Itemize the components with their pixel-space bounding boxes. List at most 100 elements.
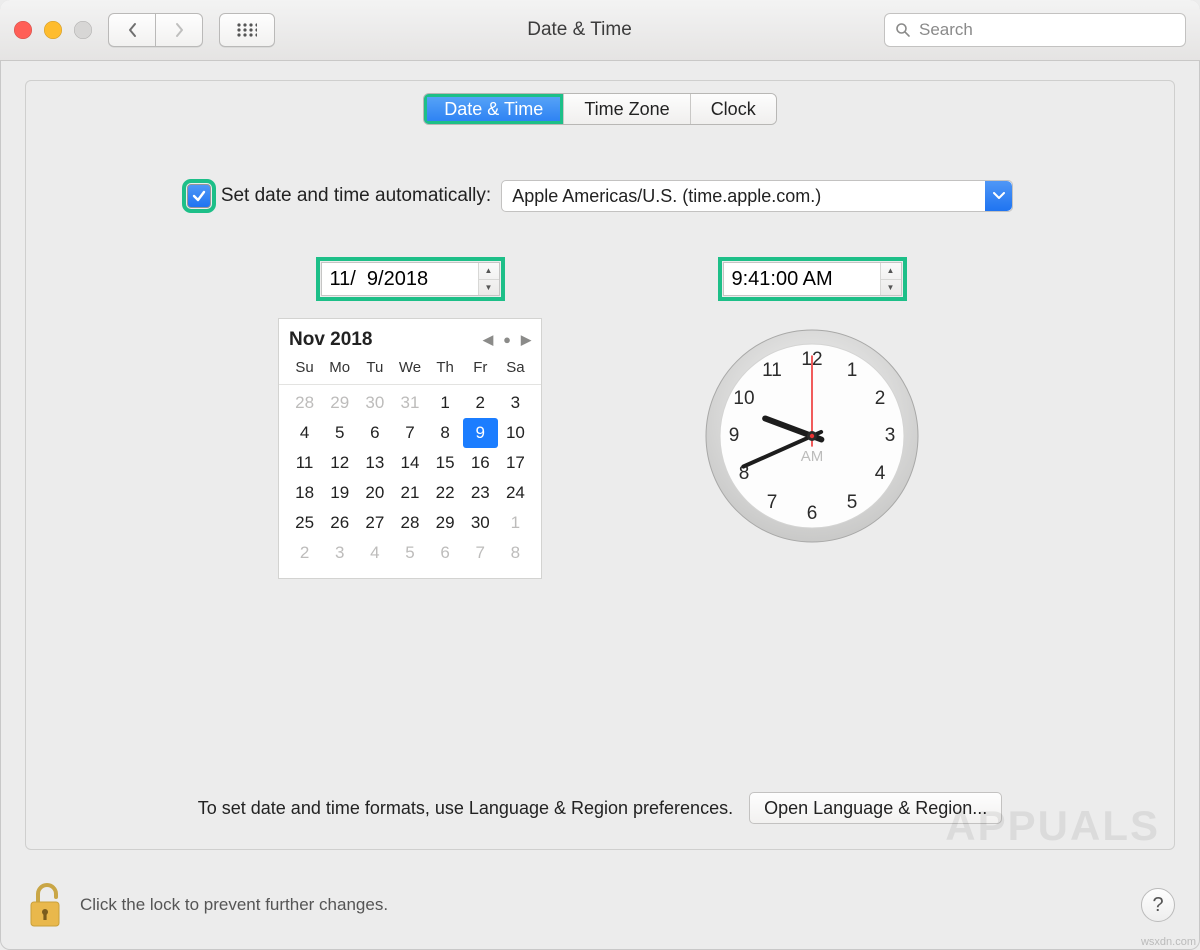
calendar-day[interactable]: 3 (498, 388, 533, 418)
date-column: ▲ ▼ Nov 2018 ◀ ● ▶ SuMoTuWeThFrSa2829303… (278, 262, 542, 579)
calendar-dow: Th (428, 355, 463, 382)
calendar-day[interactable]: 16 (463, 448, 498, 478)
window-title: Date & Time (285, 19, 874, 41)
calendar-day[interactable]: 28 (287, 388, 322, 418)
checkmark-icon (192, 189, 206, 203)
calendar-day[interactable]: 12 (322, 448, 357, 478)
calendar-day[interactable]: 6 (357, 418, 392, 448)
chevron-down-icon (993, 192, 1005, 200)
analog-clock: 12 1 2 3 4 5 6 7 8 9 10 11 (702, 326, 922, 546)
cal-prev-icon[interactable]: ◀ (483, 332, 493, 348)
tab-time-zone[interactable]: Time Zone (563, 94, 689, 124)
footer: Click the lock to prevent further change… (25, 880, 1175, 930)
auto-set-label: Set date and time automatically: (221, 185, 491, 207)
calendar-day[interactable]: 5 (392, 538, 427, 568)
chevron-right-icon (174, 22, 185, 38)
time-server-combo[interactable]: Apple Americas/U.S. (time.apple.com.) (501, 180, 1013, 212)
calendar-day[interactable]: 10 (498, 418, 533, 448)
cal-next-icon[interactable]: ▶ (521, 332, 531, 348)
step-up-icon: ▲ (881, 263, 901, 280)
combo-arrow (985, 181, 1012, 211)
lock-button[interactable] (25, 880, 65, 930)
time-column: ▲ ▼ (702, 262, 922, 579)
time-field[interactable]: ▲ ▼ (723, 262, 902, 296)
calendar-day[interactable]: 28 (392, 508, 427, 538)
calendar-day[interactable]: 7 (392, 418, 427, 448)
calendar-day[interactable]: 18 (287, 478, 322, 508)
calendar-day[interactable]: 24 (498, 478, 533, 508)
calendar-day[interactable]: 13 (357, 448, 392, 478)
calendar-day[interactable]: 5 (322, 418, 357, 448)
calendar-day[interactable]: 27 (357, 508, 392, 538)
calendar-day[interactable]: 26 (322, 508, 357, 538)
svg-text:2: 2 (875, 388, 886, 409)
time-input[interactable] (724, 263, 880, 295)
calendar-day[interactable]: 4 (287, 418, 322, 448)
unlock-icon (25, 880, 65, 930)
calendar-day[interactable]: 8 (498, 538, 533, 568)
tab-date-time[interactable]: Date & Time (424, 94, 563, 124)
calendar-day[interactable]: 2 (287, 538, 322, 568)
calendar-day[interactable]: 4 (357, 538, 392, 568)
show-all-button[interactable] (219, 13, 275, 47)
search-placeholder: Search (919, 20, 973, 40)
calendar-day[interactable]: 3 (322, 538, 357, 568)
cal-today-icon[interactable]: ● (503, 332, 511, 348)
calendar-day[interactable]: 1 (428, 388, 463, 418)
calendar-day[interactable]: 6 (428, 538, 463, 568)
time-server-value: Apple Americas/U.S. (time.apple.com.) (512, 186, 821, 207)
calendar-day[interactable]: 8 (428, 418, 463, 448)
calendar-dow: Mo (322, 355, 357, 382)
step-down-icon: ▼ (881, 280, 901, 296)
formats-hint: To set date and time formats, use Langua… (198, 798, 733, 819)
calendar-day[interactable]: 15 (428, 448, 463, 478)
svg-text:6: 6 (807, 503, 818, 524)
svg-text:3: 3 (885, 425, 896, 446)
calendar-day[interactable]: 1 (498, 508, 533, 538)
calendar-day[interactable]: 9 (463, 418, 498, 448)
calendar-day[interactable]: 31 (392, 388, 427, 418)
calendar-day[interactable]: 29 (322, 388, 357, 418)
svg-text:1: 1 (847, 360, 858, 381)
calendar-day[interactable]: 19 (322, 478, 357, 508)
forward-button[interactable] (156, 13, 203, 47)
calendar-day[interactable]: 20 (357, 478, 392, 508)
calendar-day[interactable]: 11 (287, 448, 322, 478)
tab-clock[interactable]: Clock (690, 94, 776, 124)
calendar-day[interactable]: 17 (498, 448, 533, 478)
auto-set-checkbox[interactable] (187, 184, 211, 208)
nav-buttons (108, 13, 203, 47)
close-window-button[interactable] (14, 21, 32, 39)
maximize-window-button[interactable] (74, 21, 92, 39)
calendar-day[interactable]: 2 (463, 388, 498, 418)
calendar-day[interactable]: 30 (357, 388, 392, 418)
calendar-day[interactable]: 21 (392, 478, 427, 508)
tab-label: Time Zone (584, 99, 669, 120)
auto-set-row: Set date and time automatically: Apple A… (26, 180, 1174, 212)
button-label: Open Language & Region... (764, 798, 987, 819)
open-language-region-button[interactable]: Open Language & Region... (749, 792, 1002, 824)
minimize-window-button[interactable] (44, 21, 62, 39)
date-input[interactable] (322, 263, 478, 295)
calendar-day[interactable]: 29 (428, 508, 463, 538)
formats-row: To set date and time formats, use Langua… (26, 792, 1174, 824)
tab-label: Clock (711, 99, 756, 120)
svg-text:4: 4 (875, 463, 886, 484)
time-stepper[interactable]: ▲ ▼ (880, 263, 901, 295)
calendar-day[interactable]: 25 (287, 508, 322, 538)
svg-text:11: 11 (762, 360, 782, 381)
calendar-day[interactable]: 22 (428, 478, 463, 508)
svg-text:10: 10 (733, 388, 754, 409)
svg-text:9: 9 (729, 425, 740, 446)
calendar-day[interactable]: 7 (463, 538, 498, 568)
calendar-day[interactable]: 14 (392, 448, 427, 478)
calendar-dow: Fr (463, 355, 498, 382)
calendar-day[interactable]: 30 (463, 508, 498, 538)
calendar[interactable]: Nov 2018 ◀ ● ▶ SuMoTuWeThFrSa28293031123… (278, 318, 542, 579)
back-button[interactable] (108, 13, 156, 47)
help-button[interactable]: ? (1141, 888, 1175, 922)
date-field[interactable]: ▲ ▼ (321, 262, 500, 296)
search-field[interactable]: Search (884, 13, 1186, 47)
date-stepper[interactable]: ▲ ▼ (478, 263, 499, 295)
calendar-day[interactable]: 23 (463, 478, 498, 508)
